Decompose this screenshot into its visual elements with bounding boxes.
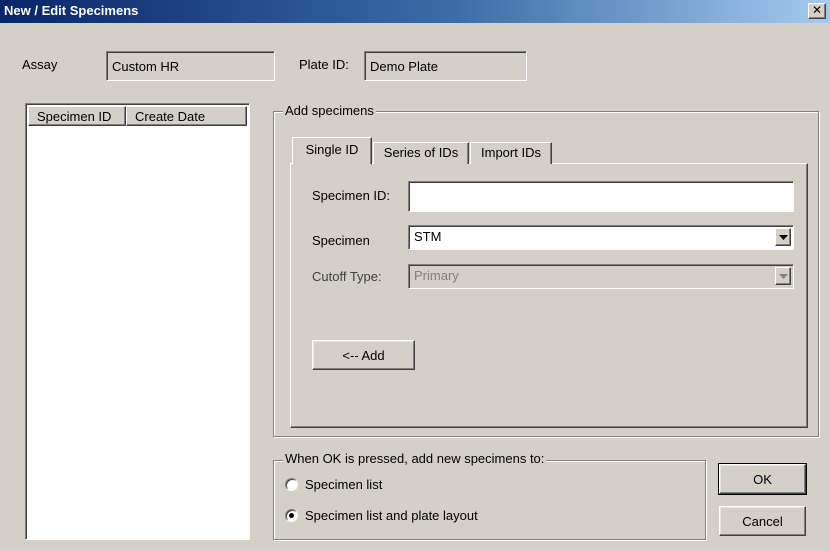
specimen-id-input[interactable] bbox=[408, 181, 794, 212]
ok-button[interactable]: OK bbox=[718, 463, 807, 495]
cutoff-type-value: Primary bbox=[414, 268, 459, 283]
ok-button-label: OK bbox=[753, 472, 772, 487]
assay-label: Assay bbox=[22, 57, 58, 72]
add-specimens-title: Add specimens bbox=[283, 103, 376, 118]
close-icon: ✕ bbox=[811, 3, 823, 17]
chevron-down-icon bbox=[779, 274, 788, 279]
specimen-label: Specimen bbox=[312, 233, 370, 248]
tab-label: Import IDs bbox=[481, 145, 541, 160]
add-button-label: <-- Add bbox=[342, 348, 385, 363]
specimen-select[interactable]: STM bbox=[408, 225, 794, 250]
tab-import-ids[interactable]: Import IDs bbox=[470, 142, 552, 164]
specimen-list[interactable]: Specimen ID Create Date bbox=[25, 103, 250, 540]
assay-value: Custom HR bbox=[112, 59, 180, 74]
add-button[interactable]: <-- Add bbox=[312, 340, 415, 370]
chevron-down-icon bbox=[779, 235, 788, 240]
radio-specimen-list[interactable]: Specimen list bbox=[285, 477, 485, 493]
cancel-button-label: Cancel bbox=[742, 514, 783, 529]
radio-label: Specimen list bbox=[305, 477, 383, 492]
ok-behavior-title: When OK is pressed, add new specimens to… bbox=[283, 451, 547, 466]
specimen-value: STM bbox=[414, 229, 442, 244]
column-header-label: Specimen ID bbox=[37, 109, 112, 124]
tab-series-of-ids[interactable]: Series of IDs bbox=[373, 142, 469, 164]
assay-field: Custom HR bbox=[106, 51, 275, 81]
window-title: New / Edit Specimens bbox=[4, 3, 139, 18]
radio-button[interactable] bbox=[285, 478, 298, 491]
plate-id-label: Plate ID: bbox=[299, 57, 349, 72]
tab-single-id[interactable]: Single ID bbox=[292, 137, 372, 165]
column-header-label: Create Date bbox=[135, 109, 206, 124]
tab-label: Series of IDs bbox=[383, 145, 459, 160]
radio-button[interactable] bbox=[285, 509, 298, 522]
plate-id-field: Demo Plate bbox=[364, 51, 527, 81]
cutoff-type-label: Cutoff Type: bbox=[312, 269, 382, 284]
column-header-specimen-id[interactable]: Specimen ID bbox=[28, 106, 126, 126]
title-bar[interactable]: New / Edit Specimens ✕ bbox=[0, 0, 830, 23]
radio-label: Specimen list and plate layout bbox=[305, 508, 478, 523]
close-button[interactable]: ✕ bbox=[808, 3, 826, 19]
tab-label: Single ID bbox=[305, 142, 359, 157]
radio-specimen-list-and-plate-layout[interactable]: Specimen list and plate layout bbox=[285, 508, 545, 524]
cancel-button[interactable]: Cancel bbox=[719, 506, 806, 536]
radio-checked-dot bbox=[289, 513, 294, 518]
plate-id-value: Demo Plate bbox=[370, 59, 438, 74]
cutoff-type-dropdown-button bbox=[775, 267, 791, 285]
column-header-create-date[interactable]: Create Date bbox=[126, 106, 247, 126]
specimen-id-label: Specimen ID: bbox=[312, 188, 391, 203]
ok-behavior-group bbox=[273, 460, 706, 540]
cutoff-type-select: Primary bbox=[408, 264, 794, 289]
specimen-dropdown-button[interactable] bbox=[775, 228, 791, 246]
